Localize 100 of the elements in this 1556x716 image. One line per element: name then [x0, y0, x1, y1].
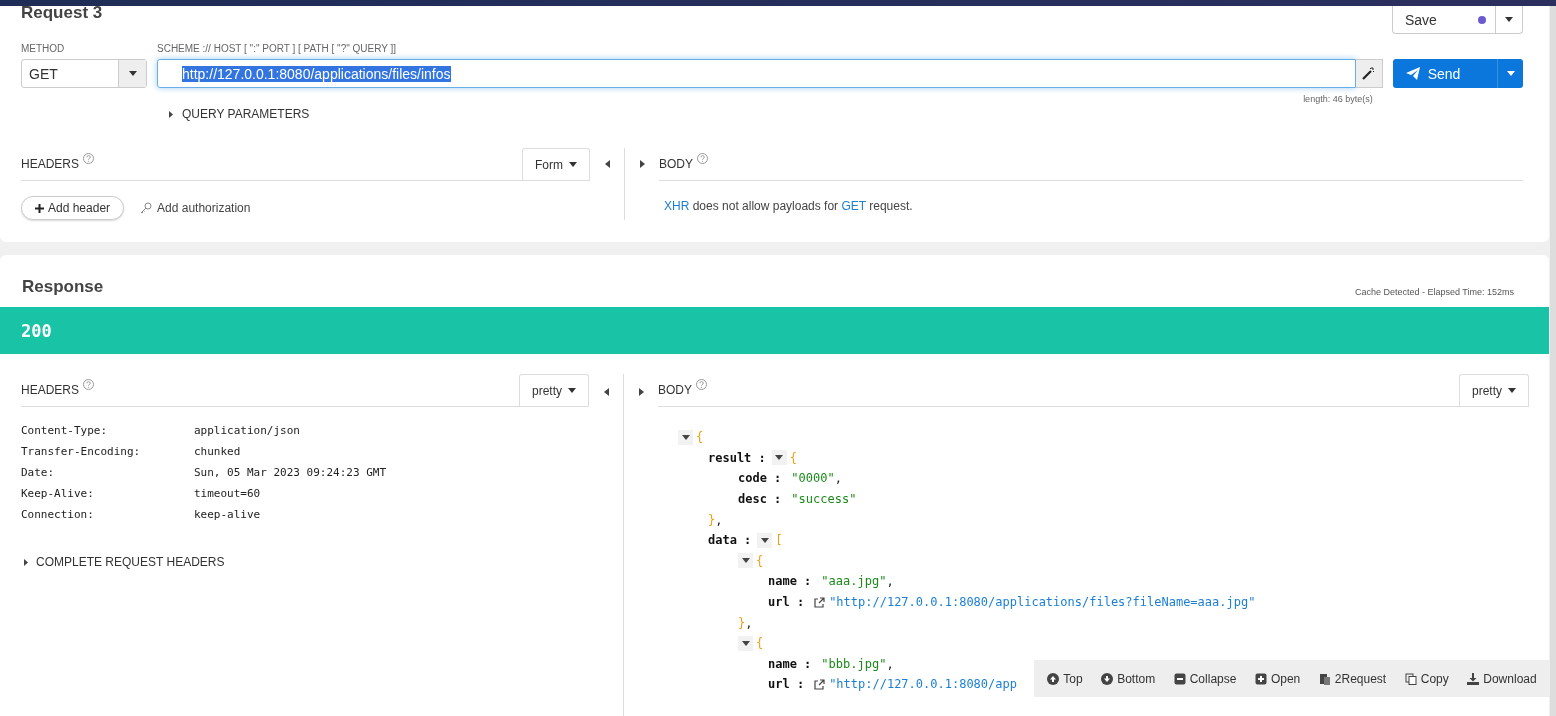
json-key: name : [768, 574, 812, 589]
caret-icon [775, 455, 784, 461]
json-key: url : [768, 677, 805, 692]
collapse-toggle[interactable] [738, 553, 753, 569]
elapsed-time: Cache Detected - Elapsed Time: 152ms [1354, 287, 1514, 297]
minus-icon [1173, 672, 1186, 685]
key-icon [140, 202, 153, 214]
length-info: length: 46 byte(s) [1302, 94, 1374, 104]
caret-icon [741, 640, 750, 646]
caret-icon [741, 558, 750, 564]
header-name: Date: [21, 466, 56, 479]
expand-caret-icon [24, 558, 28, 566]
caret-icon [128, 71, 137, 76]
json-key: url : [768, 595, 805, 610]
json-key: data : [708, 533, 752, 548]
collapse-toggle[interactable] [738, 635, 753, 651]
toolbar-button[interactable]: Collapse [1173, 671, 1237, 686]
send-button[interactable]: Send [1392, 59, 1523, 88]
caret-icon [1506, 71, 1515, 76]
method-label: METHOD [21, 43, 66, 54]
toolbar-button[interactable]: Download [1467, 671, 1537, 686]
magic-wand-button[interactable] [1355, 59, 1383, 88]
save-button[interactable]: Save [1392, 6, 1523, 34]
expand-right-icon[interactable] [639, 160, 645, 168]
json-url-value[interactable]: "http://127.0.0.1:8080/app [829, 677, 1017, 692]
request-title: Request 3 [21, 6, 103, 20]
collapse-toggle[interactable] [678, 429, 693, 445]
header-value: chunked [194, 445, 242, 458]
external-link-icon[interactable] [814, 678, 826, 690]
json-key: code : [738, 471, 782, 486]
toolbar-button[interactable]: Top [1047, 671, 1083, 686]
header-name: Connection: [21, 508, 95, 521]
caret-icon [1505, 17, 1513, 22]
body-message: XHR does not allow payloads for GET request. [664, 199, 914, 213]
header-value: application/json [194, 424, 301, 437]
json-comma: , [745, 615, 753, 630]
status-code: 200 [21, 320, 52, 341]
plus-icon [1254, 672, 1267, 685]
external-link-icon[interactable] [814, 596, 826, 608]
json-key: name : [768, 656, 812, 671]
paper-plane-icon [1405, 67, 1420, 80]
json-string-value: "0000" [791, 471, 835, 486]
add-authorization-link[interactable]: Add authorization [140, 201, 251, 215]
toolbar-button[interactable]: 2Request [1318, 671, 1387, 686]
toolbar-button[interactable]: Bottom [1101, 671, 1156, 686]
json-bracket: [ [775, 533, 783, 548]
copy-icon [1404, 672, 1417, 685]
arrow-down-icon [1101, 672, 1114, 685]
expand-caret-icon [169, 110, 173, 118]
caret-icon [760, 537, 769, 543]
header-value: keep-alive [194, 508, 262, 521]
toolbar-button[interactable]: Copy [1404, 671, 1449, 686]
help-icon [696, 379, 707, 390]
collapse-toggle[interactable] [771, 450, 787, 466]
collapse-left-icon[interactable] [604, 160, 610, 168]
expand-right-icon[interactable] [638, 388, 644, 396]
collapse-left-icon[interactable] [603, 388, 609, 396]
url-field[interactable]: http://127.0.0.1:8080/applications/files/infos [157, 59, 1356, 88]
body-title: BODY [658, 383, 692, 397]
json-bracket: { [789, 450, 798, 465]
add-header-button[interactable]: Add header [21, 196, 125, 220]
json-string-value: "bbb.jpg" [821, 656, 887, 671]
url-label: SCHEME :// HOST [ ":" PORT ] [ PATH [ "?" QUERY ]] [157, 43, 398, 54]
header-value: Sun, 05 Mar 2023 09:24:23 GMT [194, 466, 388, 479]
json-comma: , [886, 574, 894, 589]
headers-title: HEADERS [21, 383, 79, 397]
complete-headers-toggle[interactable]: COMPLETE REQUEST HEADERS [24, 555, 225, 569]
json-key: desc : [738, 492, 782, 507]
headers-title: HEADERS [21, 157, 79, 171]
caret-icon [569, 162, 577, 167]
mode-dropdown[interactable]: Form [522, 148, 590, 180]
json-string-value: "success" [791, 492, 857, 507]
plus-icon [35, 203, 44, 213]
toolbar-button[interactable]: Open [1254, 671, 1301, 686]
method-select[interactable]: GET [21, 59, 147, 88]
json-comma: , [715, 512, 723, 527]
help-icon [83, 379, 94, 390]
caret-icon [681, 434, 690, 440]
json-bracket: } [708, 512, 716, 527]
json-url-value[interactable]: "http://127.0.0.1:8080/applications/files?fileName=aaa.jpg" [829, 595, 1256, 610]
header-value: timeout=60 [194, 487, 262, 500]
mode-dropdown[interactable]: pretty [519, 374, 589, 406]
mode-dropdown[interactable]: pretty [1459, 374, 1529, 406]
json-bracket: { [756, 636, 764, 651]
json-comma: , [886, 656, 894, 671]
json-key: result : [708, 450, 766, 465]
magic-wand-icon [1362, 67, 1376, 80]
arrow-up-icon [1047, 672, 1060, 685]
help-icon [83, 153, 94, 164]
caret-icon [1508, 388, 1516, 393]
download-icon [1467, 672, 1480, 685]
response-title: Response [22, 277, 104, 297]
header-name: Content-Type: [21, 424, 109, 437]
caret-icon [568, 388, 576, 393]
json-bracket: { [696, 430, 704, 445]
header-name: Keep-Alive: [21, 487, 95, 500]
collapse-toggle[interactable] [757, 532, 773, 548]
json-string-value: "aaa.jpg" [821, 574, 887, 589]
json-bracket: { [756, 553, 764, 568]
query-parameters-toggle[interactable]: QUERY PARAMETERS [169, 107, 310, 121]
